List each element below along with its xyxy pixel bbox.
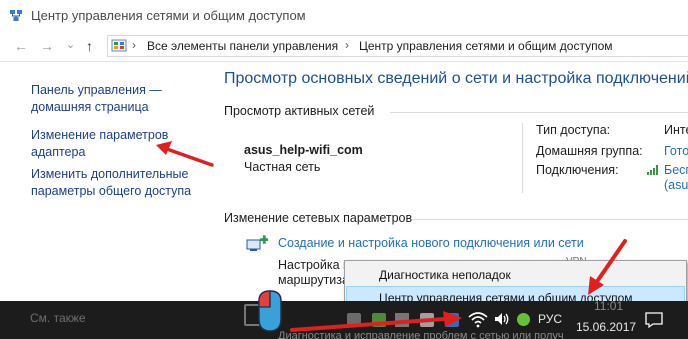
breadcrumb-separator: › (132, 38, 136, 52)
language-indicator[interactable]: РУС (538, 312, 562, 326)
page-title: Просмотр основных сведений о сети и наст… (224, 70, 688, 87)
back-arrow-icon[interactable]: ← (14, 39, 28, 53)
wifi-tray-icon[interactable] (468, 310, 488, 328)
forward-arrow-icon[interactable]: → (40, 39, 54, 53)
sidebar-link-home[interactable]: Панель управления — домашняя страница (31, 82, 162, 116)
network-type: Частная сеть (244, 160, 321, 174)
wireless-connection-link[interactable]: Бесп (664, 163, 688, 177)
sidebar-link-adapter-settings[interactable]: Изменение параметров адаптера (31, 127, 168, 161)
active-networks-heading: Просмотр активных сетей (224, 104, 375, 118)
navigation-bar: ← → ⌄ ↑ › Все элементы панели управления… (0, 33, 688, 62)
network-name: asus_help-wifi_com (244, 143, 363, 157)
control-panel-icon (111, 39, 127, 52)
recent-locations-chevron-icon[interactable]: ⌄ (66, 38, 75, 52)
router-setup-text-line2: маршрутиза (278, 273, 349, 287)
sidebar-link-sharing-settings[interactable]: Изменить дополнительные параметры общего… (31, 166, 191, 200)
mouse-cursor-icon (258, 290, 282, 332)
tray-app-icon[interactable] (372, 313, 386, 327)
access-type-label: Тип доступа: (536, 123, 611, 137)
tray-app-icon[interactable] (445, 313, 459, 327)
connections-label: Подключения: (536, 163, 619, 177)
sidebar-link-adapter-line2: адаптера (31, 145, 86, 159)
tray-app-icon[interactable] (420, 313, 434, 327)
new-connection-icon (246, 235, 268, 251)
title-bar: Центр управления сетями и общим доступом (0, 0, 688, 33)
up-arrow-icon[interactable]: ↑ (86, 39, 93, 53)
breadcrumb-separator: › (345, 38, 349, 52)
wireless-connection-link-ssid[interactable]: (asus (664, 178, 688, 192)
new-connection-link[interactable]: Создание и настройка нового подключения … (278, 236, 584, 250)
vertical-divider (522, 123, 523, 193)
section-divider (412, 219, 688, 220)
homegroup-label: Домашняя группа: (536, 144, 643, 158)
clock-date[interactable]: 15.06.2017 (576, 320, 636, 334)
sidebar-link-adapter-line1: Изменение параметров (31, 128, 169, 142)
sidebar-link-sharing-line1: Изменить дополнительные (31, 167, 189, 181)
change-settings-heading: Изменение сетевых параметров (224, 211, 413, 225)
action-center-icon[interactable] (644, 311, 664, 329)
access-type-value: Инте (664, 123, 688, 137)
breadcrumb-network-center[interactable]: Центр управления сетями и общим доступом (359, 39, 613, 53)
router-setup-text-line1: Настройка ш (278, 258, 354, 272)
network-center-icon (10, 10, 22, 21)
annotation-arrow-adapter (162, 146, 214, 167)
clock-time[interactable]: 11:01 (594, 299, 623, 313)
address-bar[interactable]: › Все элементы панели управления › Центр… (107, 35, 688, 57)
tray-app-icon[interactable] (347, 313, 361, 327)
section-divider (390, 112, 688, 113)
volume-icon[interactable] (493, 311, 511, 327)
taskbar: См. также Диагностика и исправление проб… (0, 290, 688, 339)
see-also-heading: См. также (30, 311, 86, 325)
tray-app-icon[interactable] (517, 313, 530, 326)
breadcrumb-all-items[interactable]: Все элементы панели управления (147, 39, 338, 53)
sidebar-link-home-line2: домашняя страница (31, 100, 149, 114)
wifi-signal-icon (647, 165, 658, 175)
window-title: Центр управления сетями и общим доступом (31, 8, 306, 23)
homegroup-link[interactable]: Гото (664, 144, 688, 158)
tray-app-icon[interactable] (395, 313, 409, 327)
sidebar-link-sharing-line2: параметры общего доступа (31, 184, 192, 198)
menu-item-troubleshoot[interactable]: Диагностика неполадок (346, 263, 685, 287)
sidebar-link-home-line1: Панель управления — (31, 83, 162, 97)
